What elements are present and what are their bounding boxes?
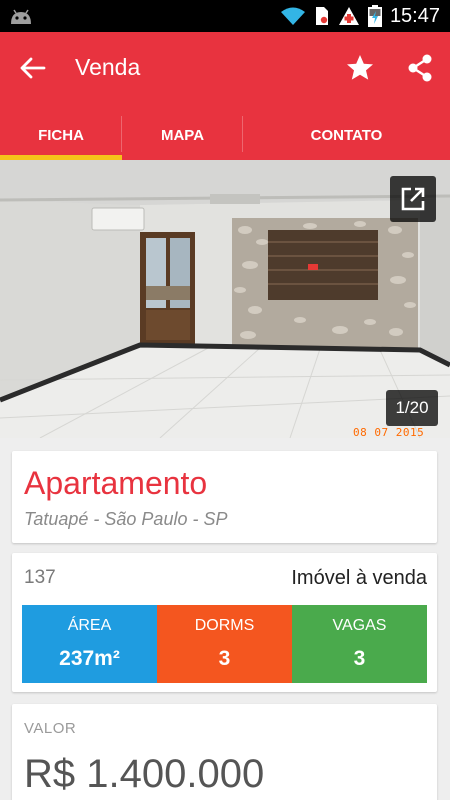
- open-external-icon: [401, 187, 425, 211]
- wifi-icon: [280, 6, 306, 26]
- stat-area: ÁREA 237m²: [22, 605, 157, 683]
- tab-label: CONTATO: [310, 126, 383, 144]
- favorite-button[interactable]: [344, 52, 376, 84]
- property-title-card: Apartamento Tatuapé - São Paulo - SP: [12, 451, 437, 543]
- stat-label: VAGAS: [332, 617, 387, 634]
- price-value: R$ 1.400.000: [24, 752, 265, 796]
- back-button[interactable]: [18, 54, 52, 82]
- open-fullscreen-button[interactable]: [390, 176, 436, 222]
- app-bar: Venda FICHA MAPA CONTATO: [0, 32, 450, 160]
- tab-contato[interactable]: CONTATO: [243, 110, 450, 160]
- page-title: Venda: [75, 54, 141, 80]
- android-icon: [11, 9, 31, 24]
- property-reference: 137: [24, 567, 56, 588]
- property-location: Tatuapé - São Paulo - SP: [24, 509, 228, 529]
- photo-counter: 1/20: [386, 390, 438, 426]
- star-icon: [347, 55, 373, 80]
- property-status: Imóvel à venda: [291, 567, 427, 589]
- stat-vagas: VAGAS 3: [292, 605, 427, 683]
- price-card: VALOR R$ 1.400.000: [12, 704, 437, 800]
- stats-row: ÁREA 237m² DORMS 3 VAGAS 3: [22, 605, 427, 683]
- arrow-back-icon: [20, 57, 46, 79]
- stat-dorms: DORMS 3: [157, 605, 292, 683]
- health-alert-icon: [338, 6, 360, 26]
- property-info-card: 137 Imóvel à venda ÁREA 237m² DORMS 3 VA…: [12, 553, 437, 692]
- property-photo[interactable]: [0, 160, 450, 438]
- property-type: Apartamento: [24, 465, 208, 501]
- sim-icon: [314, 6, 330, 26]
- tab-bar: FICHA MAPA CONTATO: [0, 110, 450, 160]
- property-photo-image: [0, 160, 450, 438]
- share-button[interactable]: [404, 52, 436, 84]
- tab-label: FICHA: [38, 126, 84, 144]
- clock: 15:47: [389, 4, 440, 27]
- status-bar: 15:47: [0, 0, 450, 32]
- stat-value: 3: [353, 647, 366, 670]
- stat-label: DORMS: [194, 617, 255, 634]
- tab-label: MAPA: [160, 126, 205, 144]
- stat-value: 3: [218, 647, 231, 670]
- stat-label: ÁREA: [67, 617, 112, 634]
- stat-value: 237m²: [59, 647, 120, 670]
- toolbar: Venda: [0, 32, 450, 102]
- price-label: VALOR: [24, 720, 77, 737]
- tab-ficha[interactable]: FICHA: [0, 110, 122, 160]
- battery-charging-icon: [367, 5, 382, 27]
- photo-date-stamp: 08 07 2015: [353, 426, 425, 439]
- share-icon: [408, 54, 432, 82]
- tab-mapa[interactable]: MAPA: [122, 110, 243, 160]
